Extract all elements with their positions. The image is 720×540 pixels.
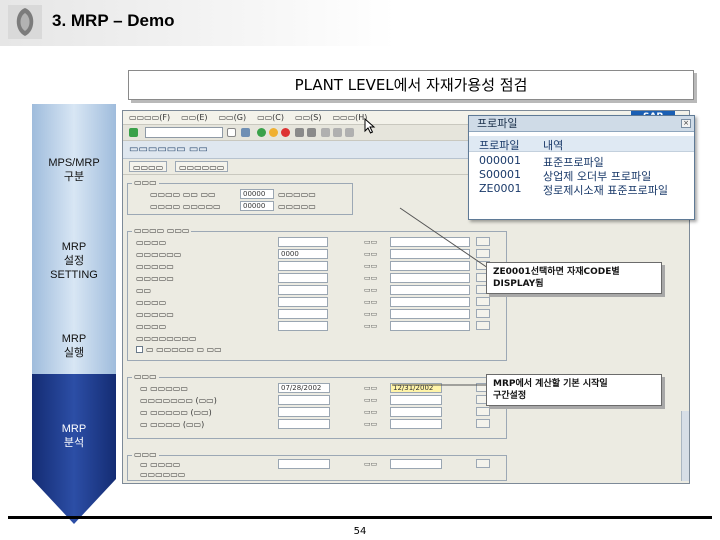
footer-divider — [8, 516, 712, 519]
extra-group: ▭▭▭ ▭ ▭▭▭▭ ▭▭▭▭▭▭ ▭▭ — [127, 450, 507, 481]
dropdown-icon[interactable] — [227, 128, 236, 137]
selection-to-field-4[interactable] — [390, 273, 470, 283]
exit-icon[interactable] — [269, 128, 278, 137]
step-mrp-analysis-label: MRP 분석 — [61, 423, 87, 449]
multi-select-button-6[interactable] — [476, 297, 490, 306]
section-banner: PLANT LEVEL에서 자재가용성 점검 — [128, 70, 694, 100]
selection-field-6[interactable] — [278, 297, 328, 307]
first-page-icon[interactable] — [321, 128, 330, 137]
popup-row[interactable]: S00001 상업제 오더부 프로파일 — [469, 168, 694, 183]
period-to-field-4[interactable] — [390, 419, 442, 429]
cancel-icon[interactable] — [281, 128, 290, 137]
step-mrp-analysis: MRP 분석 — [32, 422, 116, 450]
popup-column-header: 프로파일 내역 — [469, 136, 694, 152]
period-to-field-2[interactable] — [390, 395, 442, 405]
app-button-1[interactable]: ▭▭▭▭ — [129, 161, 168, 172]
selection-field-4[interactable] — [278, 273, 328, 283]
selection-group-title: ▭▭▭▭ ▭▭▭ — [132, 226, 192, 235]
company-logo-icon — [8, 5, 42, 39]
step-mps-mrp: MPS/MRP 구분 — [32, 156, 116, 184]
save-icon[interactable] — [241, 128, 250, 137]
page-number: 54 — [353, 526, 367, 537]
multi-select-button-8[interactable] — [476, 321, 490, 330]
selection-field-7[interactable] — [278, 309, 328, 319]
step-mps-mrp-label: MPS/MRP 구분 — [48, 157, 100, 183]
period-group-title: ▭▭▭ — [132, 372, 159, 381]
prev-page-icon[interactable] — [333, 128, 342, 137]
period-field-3[interactable] — [278, 407, 330, 417]
period-field-4[interactable] — [278, 419, 330, 429]
selection-field-3[interactable] — [278, 261, 328, 271]
selection-to-field-2[interactable] — [390, 249, 470, 259]
selection-to-field-1[interactable] — [390, 237, 470, 247]
period-group: ▭▭▭ ▭ ▭▭▭▭▭ ▭▭▭▭▭▭▭ (▭▭) ▭ ▭▭▭▭▭ (▭▭) ▭ … — [127, 372, 507, 439]
extra-group-title: ▭▭▭ — [132, 450, 159, 459]
start-date-field[interactable]: 07/28/2002 — [278, 383, 330, 393]
command-field[interactable] — [145, 127, 223, 138]
selection-group: ▭▭▭▭ ▭▭▭ ▭▭▭▭ ▭▭▭▭▭▭ ▭▭▭▭▭ ▭▭▭▭▭ ▭▭ ▭▭▭▭… — [127, 226, 507, 361]
find-icon[interactable] — [307, 128, 316, 137]
extra-field-1[interactable] — [278, 459, 330, 469]
extra-to-field-1[interactable] — [390, 459, 442, 469]
popup-title: 프로파일 — [469, 116, 694, 132]
popup-row[interactable]: ZE0001 정로제시소재 표준프로파일 — [469, 182, 694, 197]
selection-field-5[interactable] — [278, 285, 328, 295]
enter-icon[interactable] — [129, 128, 138, 137]
extra-multi-button-1[interactable] — [476, 459, 490, 468]
process-arrow: MPS/MRP 구분 MRP 설정 SETTING MRP 실행 MRP 분석 — [32, 104, 116, 524]
profile-popup: 프로파일 × 프로파일 내역 000001 표준프로파일 S00001 상업제 … — [468, 115, 695, 220]
profile-code: S00001 — [479, 168, 521, 181]
selection-field-1[interactable] — [278, 237, 328, 247]
profile-code: ZE0001 — [479, 182, 522, 195]
profile-desc: 정로제시소재 표준프로파일 — [543, 184, 668, 197]
selection-to-field-6[interactable] — [390, 297, 470, 307]
multi-select-button-2[interactable] — [476, 249, 490, 258]
callout-period-note: MRP에서 계산할 기본 시작일 구간설정 — [486, 374, 662, 406]
step-mrp-setting: MRP 설정 SETTING — [32, 240, 116, 282]
step-mrp-run-label: MRP 실행 — [61, 333, 87, 359]
step-mrp-setting-label: MRP 설정 SETTING — [50, 241, 98, 281]
period-to-field-3[interactable] — [390, 407, 442, 417]
app-button-2[interactable]: ▭▭▭▭▭▭ — [175, 161, 229, 172]
back-icon[interactable] — [257, 128, 266, 137]
period-field-2[interactable] — [278, 395, 330, 405]
plant-group-title: ▭▭▭ — [132, 178, 159, 187]
popup-row[interactable]: 000001 표준프로파일 — [469, 154, 694, 169]
selection-field-8[interactable] — [278, 321, 328, 331]
callout-profile-note: ZE0001선택하면 자재CODE별 DISPLAY됨 — [486, 262, 662, 294]
period-multi-button-4[interactable] — [476, 419, 490, 428]
option-checkbox-1[interactable] — [136, 346, 143, 353]
step-mrp-run: MRP 실행 — [32, 332, 116, 360]
multi-select-button-1[interactable] — [476, 237, 490, 246]
profile-code: 000001 — [479, 154, 521, 167]
plant-group: ▭▭▭ ▭▭▭▭ ▭▭ ▭▭ 00000 ▭▭▭▭▭ ▭▭▭▭ ▭▭▭▭▭ 00… — [127, 178, 353, 215]
slide-title: 3. MRP – Demo — [52, 11, 175, 30]
end-date-field[interactable]: 12/31/2002 — [390, 383, 442, 393]
vertical-scrollbar[interactable] — [681, 411, 689, 481]
mrp-area-field[interactable]: 00000 — [240, 201, 274, 211]
column-description: 내역 — [543, 139, 564, 152]
selection-to-field-5[interactable] — [390, 285, 470, 295]
selection-to-field-8[interactable] — [390, 321, 470, 331]
selection-field-2[interactable]: 0000 — [278, 249, 328, 259]
column-profile: 프로파일 — [479, 139, 520, 152]
selection-to-field-3[interactable] — [390, 261, 470, 271]
mouse-cursor-icon — [364, 118, 376, 134]
close-icon[interactable]: × — [681, 119, 691, 128]
plant-field[interactable]: 00000 — [240, 189, 274, 199]
period-multi-button-3[interactable] — [476, 407, 490, 416]
next-page-icon[interactable] — [345, 128, 354, 137]
print-icon[interactable] — [295, 128, 304, 137]
multi-select-button-7[interactable] — [476, 309, 490, 318]
selection-to-field-7[interactable] — [390, 309, 470, 319]
